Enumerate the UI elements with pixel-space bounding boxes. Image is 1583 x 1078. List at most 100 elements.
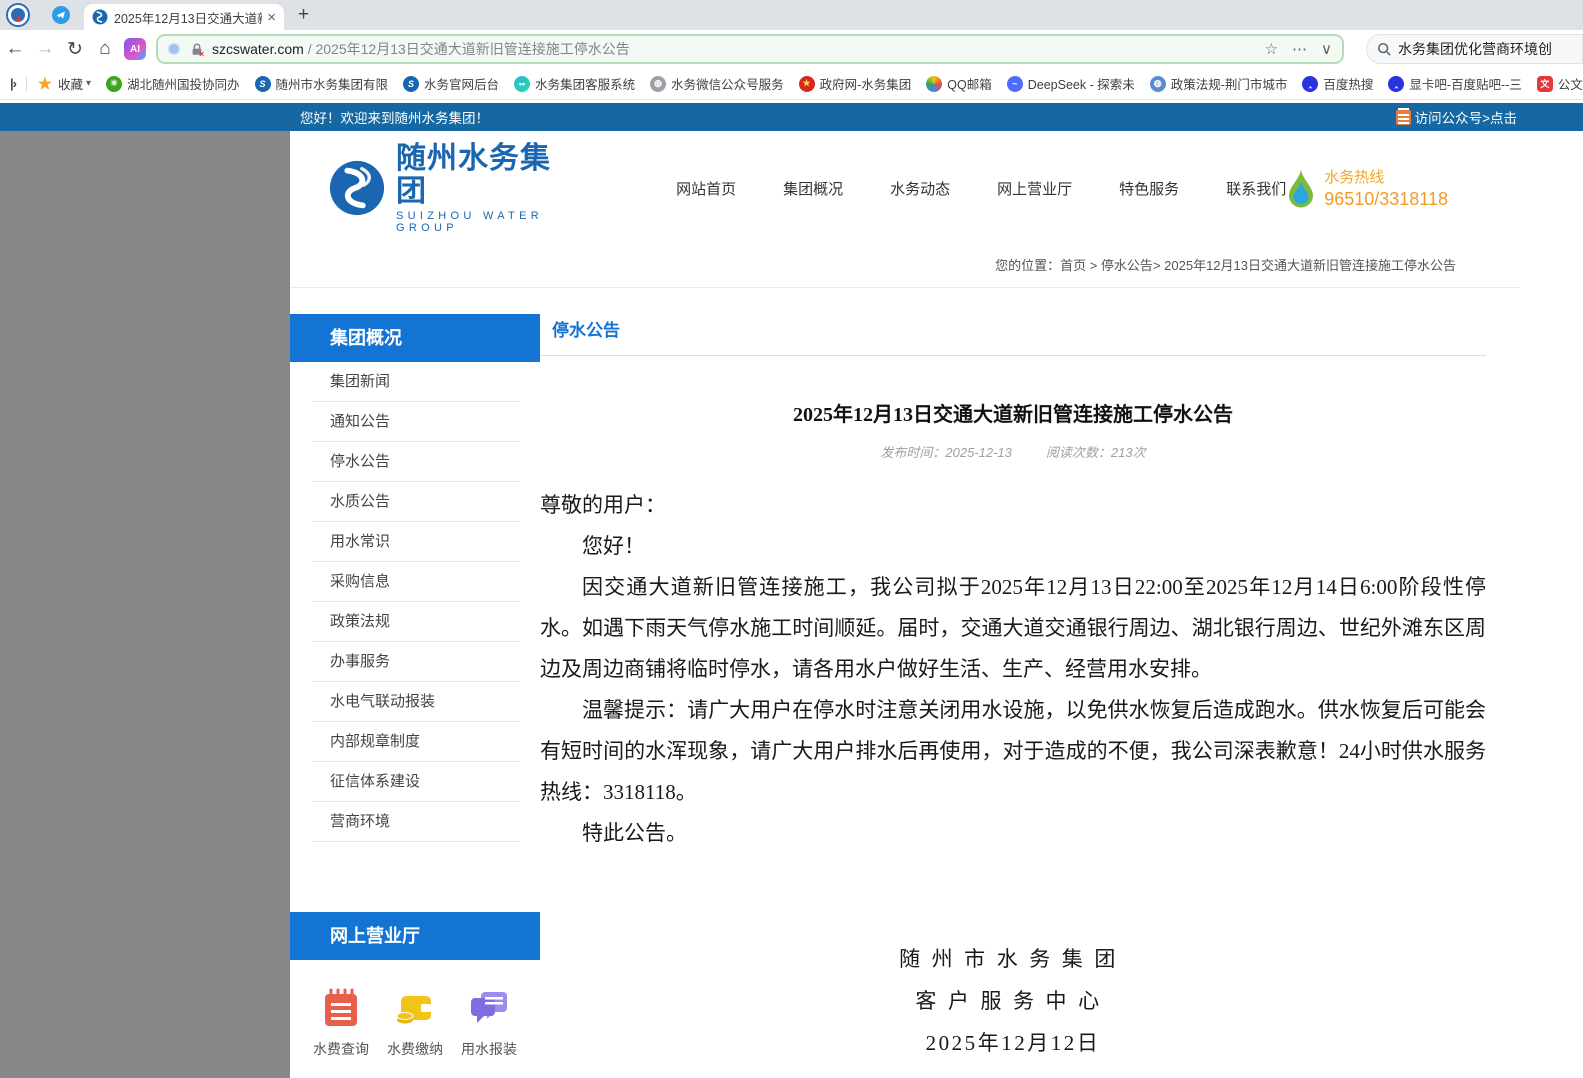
- sidebar-item-procurement[interactable]: 采购信息: [312, 562, 520, 602]
- bookmarks-bar: |› ★ 收藏 ▾ ✳ 湖北随州国投协同办 S 随州市水务集团有限 S 水务官网…: [0, 68, 1583, 100]
- article-title: 2025年12月13日交通大道新旧管连接施工停水公告: [540, 398, 1486, 427]
- sidebar-menu: 集团新闻 通知公告 停水公告 水质公告 用水常识 采购信息 政策法规 办事服务 …: [290, 362, 540, 842]
- search-query-text: 水务集团优化营商环境创: [1398, 39, 1552, 59]
- red-square-icon: 文: [1537, 76, 1553, 92]
- more-actions-icon[interactable]: ⋯: [1292, 40, 1307, 58]
- forward-button[interactable]: →: [30, 38, 60, 60]
- sidebar-toggle-icon[interactable]: |›: [10, 76, 16, 91]
- hotline-number: 96510/3318118: [1324, 189, 1448, 210]
- paragraph: 尊敬的用户：: [540, 485, 1486, 526]
- reload-button[interactable]: ↻: [60, 38, 90, 61]
- nav-special-services[interactable]: 特色服务: [1119, 178, 1179, 199]
- page-viewport: 您好！欢迎来到随州水务集团！ 访问公众号>点击 随州水务集团 SUIZHOU W…: [0, 100, 1583, 1078]
- publish-date: 发布时间：2025-12-13: [880, 445, 1012, 460]
- site-logo[interactable]: 随州水务集团 SUIZHOU WATER GROUP: [328, 142, 558, 234]
- sidebar-item-services[interactable]: 办事服务: [312, 642, 520, 682]
- sidebar-online-hall-header[interactable]: 网上营业厅: [290, 912, 540, 960]
- sidebar-item-credit-system[interactable]: 征信体系建设: [312, 762, 520, 802]
- notepad-icon: [1396, 110, 1411, 125]
- star-icon: ★: [37, 76, 53, 92]
- address-bar[interactable]: ✕ szcswater.com / 2025年12月13日交通大道新旧管连接施工…: [156, 34, 1344, 64]
- telegram-pinned-icon[interactable]: [52, 6, 70, 24]
- bookmark-star-icon[interactable]: ☆: [1265, 40, 1278, 58]
- home-button[interactable]: ⌂: [90, 38, 120, 60]
- browser-toolbar: ← → ↻ ⌂ AI ✕ szcswater.com / 2025年12月13日…: [0, 30, 1583, 68]
- breadcrumb-home-link[interactable]: 首页: [1060, 258, 1086, 273]
- nav-online-hall[interactable]: 网上营业厅: [997, 178, 1072, 199]
- wallet-icon: [393, 986, 437, 1030]
- nav-group-overview[interactable]: 集团概况: [783, 178, 843, 199]
- sidebar-item-group-news[interactable]: 集团新闻: [312, 362, 520, 402]
- notebook-icon: [319, 986, 363, 1030]
- hotline-block: 水务热线 96510/3318118: [1286, 166, 1448, 210]
- nav-water-news[interactable]: 水务动态: [890, 178, 950, 199]
- main-nav: 网站首页 集团概况 水务动态 网上营业厅 特色服务 联系我们: [676, 178, 1286, 199]
- ai-assistant-button[interactable]: AI: [124, 38, 146, 60]
- search-icon: [1377, 42, 1391, 56]
- logo-subtitle: SUIZHOU WATER GROUP: [396, 210, 558, 234]
- bookmark-item[interactable]: S 随州市水务集团有限: [255, 74, 389, 93]
- water-drop-icon: [1286, 166, 1316, 210]
- left-gray-band: [0, 131, 290, 1078]
- bookmark-item[interactable]: ◍ 水务微信公众号服务: [650, 74, 784, 93]
- bookmark-item[interactable]: 文 公文宝: [1537, 74, 1583, 93]
- wechat-official-link[interactable]: 访问公众号>点击: [1396, 107, 1517, 127]
- sidebar-item-water-quality[interactable]: 水质公告: [312, 482, 520, 522]
- back-button[interactable]: ←: [0, 38, 30, 60]
- nav-contact-us[interactable]: 联系我们: [1226, 178, 1286, 199]
- toolbar-search-box[interactable]: 水务集团优化营商环境创: [1366, 34, 1583, 64]
- sidebar-item-water-outage[interactable]: 停水公告: [312, 442, 520, 482]
- tab-close-icon[interactable]: ×: [267, 10, 276, 25]
- bookmark-item[interactable]: ‸ 显卡吧-百度贴吧--三: [1388, 74, 1522, 93]
- sidebar-item-notices[interactable]: 通知公告: [312, 402, 520, 442]
- chat-bubbles-icon: [467, 986, 511, 1030]
- bookmark-favorites[interactable]: ★ 收藏 ▾: [37, 74, 91, 93]
- article-section-title: 停水公告: [540, 314, 1486, 356]
- paragraph: 温馨提示：请广大用户在停水时注意关闭用水设施，以免供水恢复后造成跑水。供水恢复后…: [540, 690, 1486, 813]
- divider: [26, 76, 27, 92]
- water-logo-icon: S: [403, 76, 419, 92]
- service-water-install[interactable]: 用水报装: [454, 986, 524, 1059]
- article-meta: 发布时间：2025-12-13阅读次数：213次: [540, 442, 1486, 461]
- url-path: / 2025年12月13日交通大道新旧管连接施工停水公告: [304, 41, 630, 57]
- globe-icon: ◍: [650, 76, 666, 92]
- sidebar-item-policies[interactable]: 政策法规: [312, 602, 520, 642]
- breadcrumb-section-link[interactable]: 停水公告: [1101, 258, 1153, 273]
- article: 停水公告 2025年12月13日交通大道新旧管连接施工停水公告 发布时间：202…: [540, 314, 1520, 1078]
- site-header: 随州水务集团 SUIZHOU WATER GROUP 网站首页 集团概况 水务动…: [290, 131, 1520, 245]
- url-text[interactable]: szcswater.com / 2025年12月13日交通大道新旧管连接施工停水…: [212, 39, 1257, 59]
- bookmark-item[interactable]: ✳ 湖北随州国投协同办: [106, 74, 240, 93]
- baidu-paw-icon: ‸: [1302, 76, 1318, 92]
- sidebar-group-overview-header[interactable]: 集团概况: [290, 314, 540, 362]
- bookmark-item[interactable]: ◍ 政策法规-荆门市城市: [1150, 74, 1288, 93]
- paragraph: 因交通大道新旧管连接施工，我公司拟于2025年12月13日22:00至2025年…: [540, 567, 1486, 690]
- bookmark-item[interactable]: ★ 政府网-水务集团: [799, 74, 912, 93]
- new-tab-button[interactable]: +: [298, 4, 309, 26]
- extension-dot-icon[interactable]: [168, 43, 180, 55]
- tab-strip: 2025年12月13日交通大道新 × +: [0, 0, 1583, 30]
- dropdown-chevron-icon[interactable]: ∨: [1321, 40, 1332, 58]
- welcome-bar: 您好！欢迎来到随州水务集团！ 访问公众号>点击: [0, 103, 1583, 131]
- active-tab[interactable]: 2025年12月13日交通大道新 ×: [84, 4, 284, 30]
- sidebar-item-internal-rules[interactable]: 内部规章制度: [312, 722, 520, 762]
- bookmark-item[interactable]: QQ邮箱: [926, 74, 991, 93]
- url-domain: szcswater.com: [212, 41, 304, 57]
- teal-paw-icon: ••: [514, 76, 530, 92]
- insecure-lock-icon[interactable]: ✕: [190, 42, 204, 57]
- signature-date: 2025年12月12日: [540, 1022, 1486, 1064]
- bookmark-item[interactable]: ~ DeepSeek - 探索未: [1007, 74, 1135, 93]
- sidebar-item-utility-install[interactable]: 水电气联动报装: [312, 682, 520, 722]
- bookmark-item[interactable]: ‸ 百度热搜: [1302, 74, 1373, 93]
- baidu-paw-icon: ‸: [1388, 76, 1404, 92]
- article-body: 尊敬的用户： 您好！ 因交通大道新旧管连接施工，我公司拟于2025年12月13日…: [540, 485, 1486, 854]
- nav-home[interactable]: 网站首页: [676, 178, 736, 199]
- service-water-fee-pay[interactable]: 水费缴纳: [380, 986, 450, 1059]
- sidebar-item-water-knowledge[interactable]: 用水常识: [312, 522, 520, 562]
- service-water-fee-query[interactable]: 水费查询: [306, 986, 376, 1059]
- deepseek-whale-icon: ~: [1007, 76, 1023, 92]
- bookmark-item[interactable]: •• 水务集团客服系统: [514, 74, 635, 93]
- sidebar-item-business-env[interactable]: 营商环境: [312, 802, 520, 842]
- caret-down-icon: ▾: [86, 78, 91, 89]
- bookmark-item[interactable]: S 水务官网后台: [403, 74, 499, 93]
- green-gear-icon: ✳: [106, 76, 122, 92]
